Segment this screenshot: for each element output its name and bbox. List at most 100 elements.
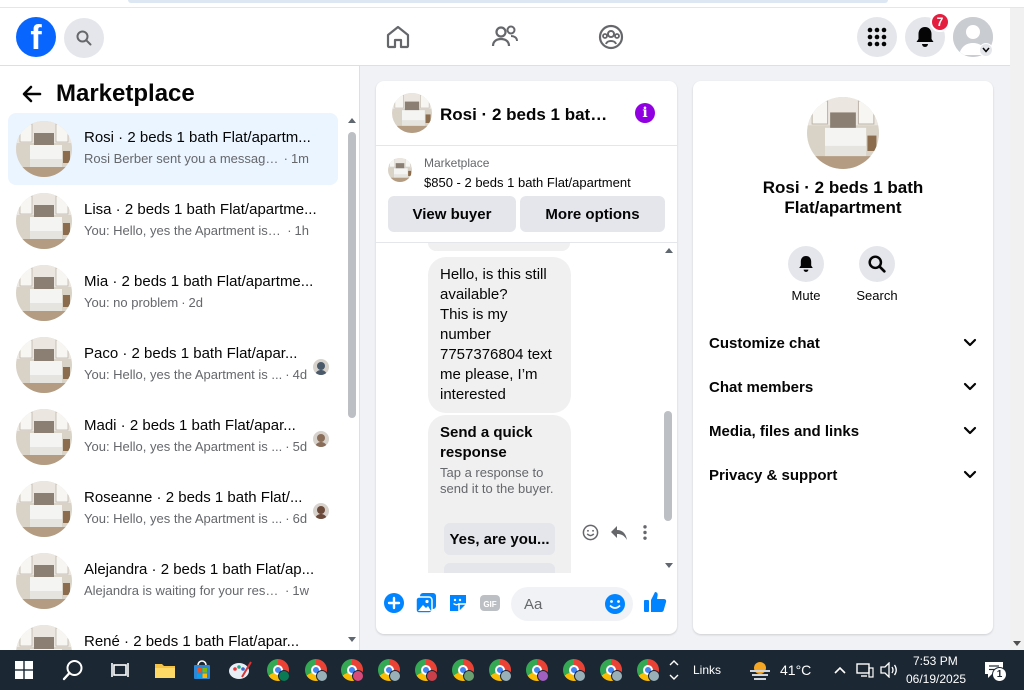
start-button[interactable]	[10, 654, 38, 686]
chrome-window-button[interactable]	[561, 654, 587, 686]
plus-circle-icon[interactable]	[383, 592, 405, 614]
conversation-time: 2d	[188, 295, 204, 310]
svg-text:GIF: GIF	[483, 600, 496, 609]
conversation-item[interactable]: Rosi · 2 beds 1 bath Flat/apartm... Rosi …	[8, 113, 338, 185]
mute-button[interactable]	[788, 246, 824, 282]
chat-title[interactable]: Rosi · 2 beds 1 bath F...	[440, 105, 616, 125]
listing-thumbnail-small[interactable]	[388, 158, 412, 182]
clock-time[interactable]: 7:53 PM	[913, 654, 958, 668]
links-toolbar[interactable]: Links	[693, 663, 721, 677]
gif-icon[interactable]: GIF	[479, 592, 501, 614]
chrome-window-button[interactable]	[598, 654, 624, 686]
info-section-label: Privacy & support	[709, 466, 838, 484]
sticker-icon[interactable]	[447, 592, 469, 614]
conversation-item[interactable]: Lisa · 2 beds 1 bath Flat/apartme... You:…	[8, 185, 338, 257]
chat-info-panel: Rosi · 2 beds 1 bath Flat/apartment Mute…	[693, 81, 993, 634]
conversation-preview: You: Hello, yes the Apartment is ... · 6d	[84, 511, 309, 526]
show-hidden-icons[interactable]	[832, 654, 848, 686]
store-button[interactable]	[188, 654, 216, 686]
listing-price[interactable]: $850 - 2 beds 1 bath Flat/apartment	[424, 175, 631, 190]
chrome-window-button[interactable]	[450, 654, 476, 686]
photo-gallery-icon[interactable]	[415, 592, 437, 614]
sidebar-scrollbar[interactable]	[345, 116, 359, 646]
smiley-icon[interactable]	[582, 524, 599, 541]
listing-thumbnail[interactable]	[392, 93, 432, 133]
network-status[interactable]	[855, 654, 875, 686]
conversation-preview: You: Hello, yes the Apartment is ... · 4d	[84, 367, 309, 382]
windows-logo-icon	[15, 661, 33, 679]
info-icon[interactable]: i	[635, 103, 655, 123]
chat-scrollbar[interactable]	[662, 246, 674, 572]
info-section-row[interactable]: Privacy & support	[709, 453, 977, 497]
scroll-down-arrow[interactable]	[348, 637, 356, 642]
account-caret[interactable]	[979, 43, 993, 57]
reply-icon[interactable]	[610, 525, 628, 541]
message-text-line: 7757376804 text	[440, 346, 552, 363]
bedroom-image	[16, 409, 72, 465]
view-buyer-button[interactable]: View buyer	[388, 196, 516, 232]
weather-widget[interactable]	[746, 654, 774, 686]
menu-button[interactable]	[857, 17, 897, 57]
message-bubble[interactable]: Hello, is this still available? This is my…	[428, 257, 571, 413]
quick-response-option[interactable]: Yes, are you...	[444, 523, 555, 555]
read-receipt-avatar-image	[313, 431, 329, 447]
conversation-thumbnail	[16, 553, 72, 609]
more-options-button[interactable]: More options	[520, 196, 665, 232]
taskbar-overflow[interactable]	[666, 654, 682, 686]
mute-action[interactable]: Mute	[776, 246, 836, 303]
back-button[interactable]	[20, 82, 44, 106]
scroll-down-arrow[interactable]	[665, 563, 673, 568]
separator-dot: ·	[283, 151, 288, 166]
chrome-window-button[interactable]	[487, 654, 513, 686]
conversation-item[interactable]: Madi · 2 beds 1 bath Flat/apar... You: He…	[8, 401, 338, 473]
conversation-thumbnail	[16, 265, 72, 321]
conversation-item[interactable]: Paco · 2 beds 1 bath Flat/apar... You: He…	[8, 329, 338, 401]
chrome-window-button[interactable]	[376, 654, 402, 686]
clock-date[interactable]: 06/19/2025	[906, 672, 966, 686]
weather-temperature[interactable]: 41°C	[780, 662, 811, 678]
listing-photo[interactable]	[807, 97, 879, 169]
info-section-row[interactable]: Customize chat	[709, 321, 977, 365]
volume-control[interactable]	[879, 654, 899, 686]
chrome-window-button[interactable]	[265, 654, 291, 686]
previous-message-bubble	[428, 243, 570, 251]
mute-label: Mute	[791, 288, 821, 303]
friends-icon	[491, 25, 518, 47]
scrollbar-thumb[interactable]	[348, 132, 356, 418]
facebook-logo[interactable]: f	[16, 17, 56, 57]
friends-nav-button[interactable]	[489, 21, 521, 53]
search-in-chat-button[interactable]	[859, 246, 895, 282]
conversation-item[interactable]: Mia · 2 beds 1 bath Flat/apartme... You: …	[8, 257, 338, 329]
scroll-down-arrow[interactable]	[1013, 641, 1021, 646]
conversation-item[interactable]: René · 2 beds 1 bath Flat/apar...	[8, 617, 338, 650]
bedroom-image	[16, 121, 72, 177]
info-section-row[interactable]: Chat members	[709, 365, 977, 409]
file-explorer-button[interactable]	[151, 654, 179, 686]
groups-nav-button[interactable]	[595, 21, 627, 53]
chrome-window-button[interactable]	[303, 654, 329, 686]
chrome-window-button[interactable]	[635, 654, 661, 686]
taskbar-search-button[interactable]	[58, 654, 88, 686]
paint-app-button[interactable]	[225, 654, 255, 686]
bell-icon	[916, 27, 934, 47]
scroll-up-arrow[interactable]	[665, 248, 673, 253]
emoji-icon[interactable]	[604, 593, 626, 615]
conversation-item[interactable]: Alejandra · 2 beds 1 bath Flat/ap... Alej…	[8, 545, 338, 617]
info-section-row[interactable]: Media, files and links	[709, 409, 977, 453]
scroll-up-arrow[interactable]	[348, 118, 356, 123]
task-view-button[interactable]	[106, 654, 134, 686]
more-vertical-icon[interactable]	[642, 524, 648, 541]
scrollbar-thumb[interactable]	[664, 411, 672, 521]
home-nav-button[interactable]	[382, 21, 414, 53]
conversation-item[interactable]: Roseanne · 2 beds 1 bath Flat/... You: He…	[8, 473, 338, 545]
chrome-window-button[interactable]	[339, 654, 365, 686]
chrome-window-button[interactable]	[524, 654, 550, 686]
search-button[interactable]	[64, 18, 104, 58]
quick-response-option[interactable]	[444, 563, 555, 573]
chrome-window-button[interactable]	[413, 654, 439, 686]
thumbs-up-icon[interactable]	[643, 590, 667, 614]
bedroom-image	[16, 337, 72, 393]
chrome-icon	[378, 659, 401, 682]
page-scrollbar[interactable]	[1010, 8, 1024, 650]
search-action[interactable]: Search	[847, 246, 907, 303]
